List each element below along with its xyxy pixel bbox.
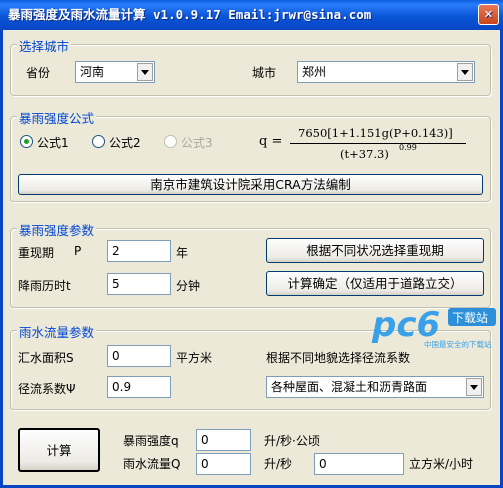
- intensity-label: 暴雨强度q: [123, 434, 179, 448]
- chevron-down-icon[interactable]: [137, 63, 153, 81]
- flow-output[interactable]: 0: [196, 453, 251, 475]
- formula-numerator: 7650[1+1.151g(P+0.143)]: [298, 126, 453, 140]
- duration-label: 降雨历时t: [18, 279, 71, 293]
- coef-select[interactable]: 各种屋面、混凝土和沥青路面: [266, 376, 484, 398]
- province-select[interactable]: 河南: [75, 61, 155, 83]
- pc6-logo-text: pc6: [371, 305, 440, 345]
- flow-output-m3h[interactable]: 0: [314, 453, 404, 475]
- choose-period-button[interactable]: 根据不同状况选择重现期: [266, 238, 484, 263]
- formula-source-button[interactable]: 南京市建筑设计院采用CRA方法编制: [18, 174, 483, 195]
- pc6-badge-text: 下载站: [452, 311, 488, 325]
- coef-select-value: 各种屋面、混凝土和沥青路面: [271, 380, 428, 394]
- coef-input[interactable]: 0.9: [107, 376, 171, 398]
- close-icon[interactable]: ✕: [478, 4, 499, 25]
- window-title: 暴雨强度及雨水流量计算 v1.0.9.17 Email:jrwr@sina.co…: [8, 7, 372, 22]
- formula-2-radio[interactable]: [92, 135, 105, 148]
- formula-3-label: 公式3: [181, 136, 213, 150]
- duration-unit: 分钟: [176, 279, 201, 293]
- pc6-logo-icon: pc6 下载站 中国最安全的下载站: [371, 305, 496, 349]
- formula-2-label[interactable]: 公式2: [109, 134, 141, 151]
- flow-legend: 雨水流量参数: [17, 322, 97, 341]
- pc6-watermark: pc6 下载站 中国最安全的下载站: [370, 304, 500, 350]
- coef-hint: 根据不同地貌选择径流系数: [266, 351, 411, 365]
- formula-exponent: 0.99: [399, 143, 417, 152]
- city-value: 郑州: [302, 65, 327, 79]
- formula-q-label: q =: [259, 134, 283, 149]
- area-input[interactable]: 0: [107, 345, 171, 367]
- chevron-down-icon[interactable]: [457, 63, 473, 81]
- intensity-unit: 升/秒·公顷: [264, 434, 320, 448]
- window-titlebar: 暴雨强度及雨水流量计算 v1.0.9.17 Email:jrwr@sina.co…: [0, 0, 503, 30]
- flow-label: 雨水流量Q: [123, 457, 181, 471]
- calc-duration-button[interactable]: 计算确定（仅适用于道路立交）: [266, 271, 484, 296]
- params-legend: 暴雨强度参数: [17, 220, 97, 239]
- chevron-down-icon[interactable]: [466, 378, 482, 396]
- period-input[interactable]: 2: [107, 240, 171, 262]
- period-unit: 年: [176, 246, 189, 260]
- formula-1-label[interactable]: 公式1: [37, 134, 69, 151]
- formula-legend: 暴雨强度公式: [17, 108, 97, 127]
- formula-3-radio[interactable]: [164, 135, 177, 148]
- flow-unit-m3h: 立方米/小时: [409, 457, 474, 471]
- city-label: 城市: [252, 66, 277, 80]
- formula-denominator: (t+37.3): [340, 147, 389, 161]
- intensity-output[interactable]: 0: [196, 429, 251, 451]
- city-select[interactable]: 郑州: [297, 61, 475, 83]
- formula-fraction-bar: [290, 143, 466, 144]
- period-symbol: P: [74, 244, 82, 258]
- area-unit: 平方米: [176, 351, 213, 365]
- province-value: 河南: [80, 65, 105, 79]
- calculate-button[interactable]: 计算: [18, 428, 100, 472]
- period-label: 重现期: [18, 246, 55, 260]
- area-label: 汇水面积S: [18, 351, 74, 365]
- province-label: 省份: [26, 66, 51, 80]
- coef-label: 径流系数Ψ: [18, 382, 76, 396]
- duration-input[interactable]: 5: [107, 273, 171, 295]
- pc6-tagline: 中国最安全的下载站: [424, 339, 492, 349]
- formula-1-radio[interactable]: [20, 135, 33, 148]
- flow-unit: 升/秒: [264, 457, 293, 471]
- city-legend: 选择城市: [17, 36, 72, 55]
